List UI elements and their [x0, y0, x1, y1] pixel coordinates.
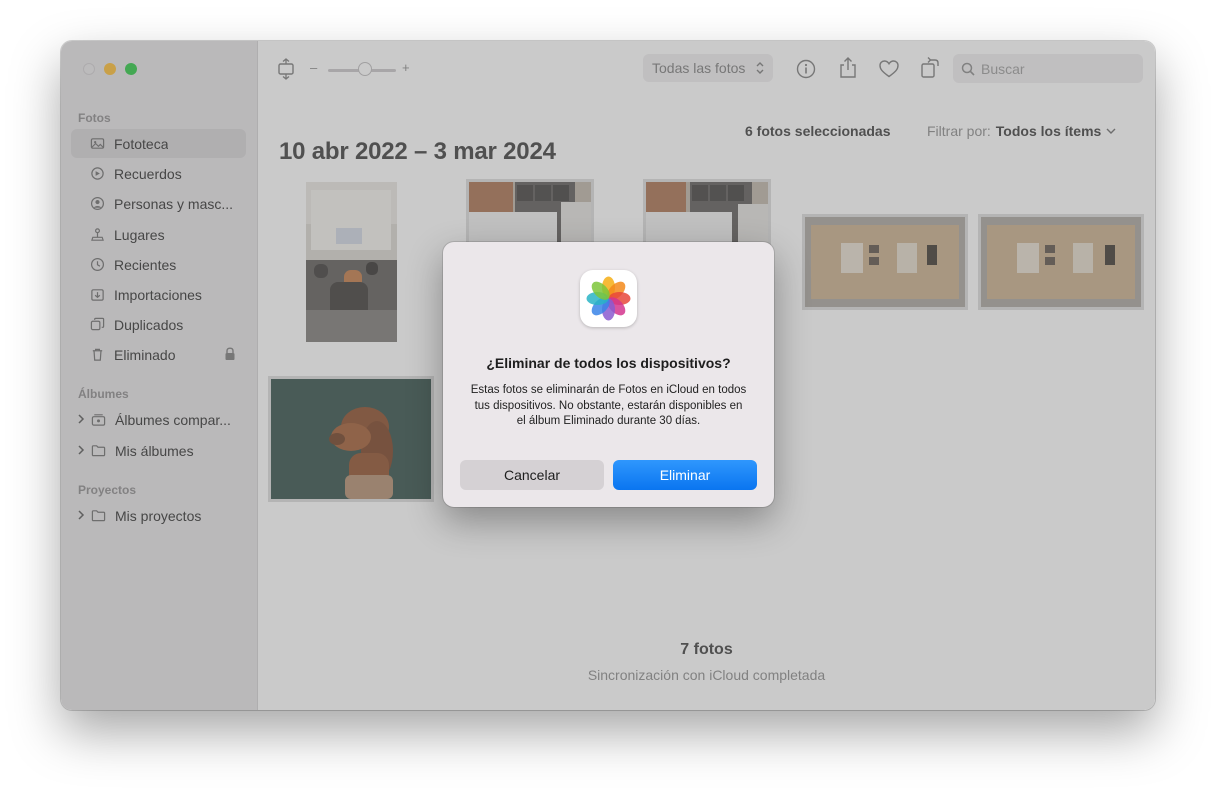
cancel-button[interactable]: Cancelar [460, 460, 604, 490]
dialog-title: ¿Eliminar de todos los dispositivos? [486, 355, 731, 371]
delete-confirm-dialog: ¿Eliminar de todos los dispositivos? Est… [443, 242, 774, 507]
delete-button[interactable]: Eliminar [613, 460, 757, 490]
dialog-message: Estas fotos se eliminarán de Fotos en iC… [470, 384, 747, 427]
photos-app-icon [580, 270, 637, 327]
